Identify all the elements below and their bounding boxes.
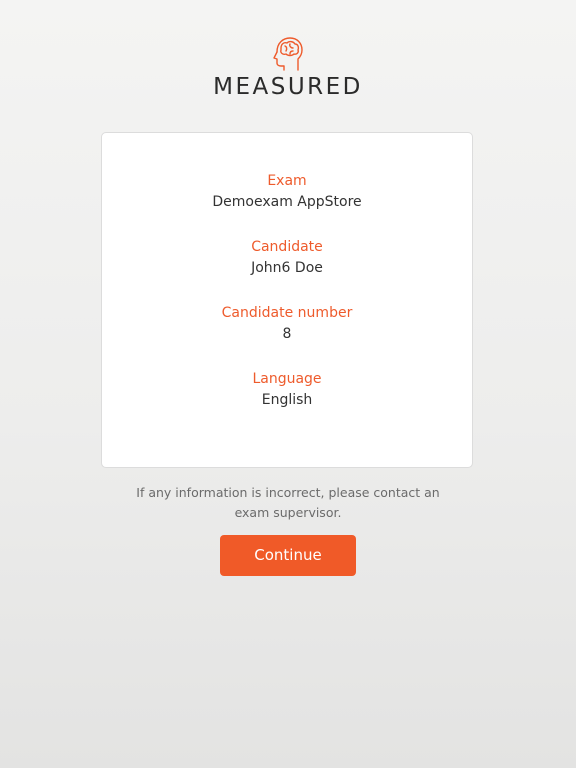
exam-info-card: Exam Demoexam AppStore Candidate John6 D… — [101, 132, 473, 468]
continue-button[interactable]: Continue — [220, 535, 356, 576]
exam-field: Exam Demoexam AppStore — [102, 171, 472, 213]
candidate-value: John6 Doe — [251, 260, 323, 276]
candidate-number-label: Candidate number — [221, 305, 353, 321]
exam-label: Exam — [267, 173, 307, 189]
candidate-label: Candidate — [251, 239, 323, 255]
language-value: English — [261, 392, 313, 408]
brand-logo: MEASURED — [0, 36, 576, 100]
language-field: Language English — [102, 369, 472, 411]
incorrect-info-notice: If any information is incorrect, please … — [136, 485, 440, 520]
exam-value: Demoexam AppStore — [212, 194, 362, 210]
candidate-number-field: Candidate number 8 — [102, 303, 472, 345]
brand-name: MEASURED — [213, 74, 363, 100]
brain-head-icon — [273, 37, 303, 71]
candidate-field: Candidate John6 Doe — [102, 237, 472, 279]
candidate-number-value: 8 — [282, 326, 292, 342]
language-label: Language — [252, 371, 322, 387]
